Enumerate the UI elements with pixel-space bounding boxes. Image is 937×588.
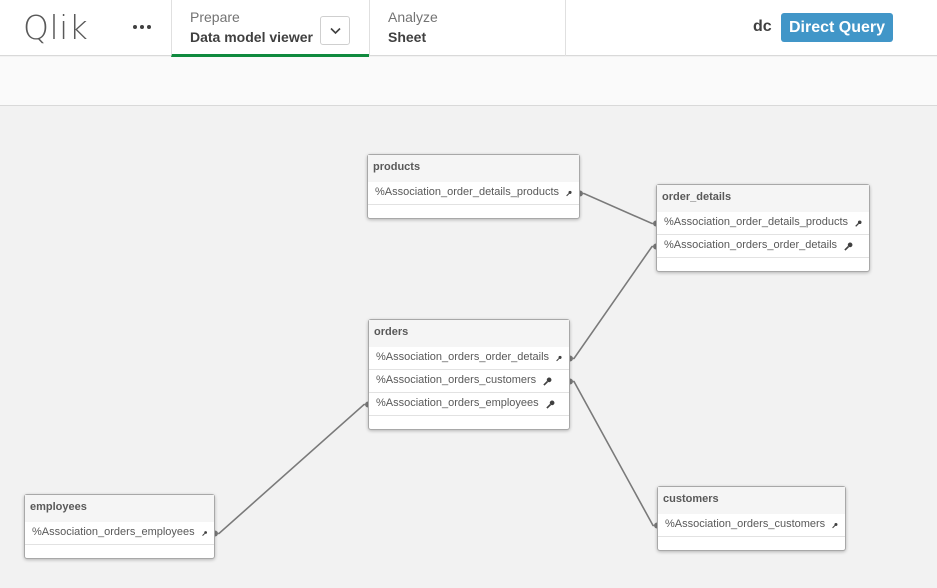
key-icon — [566, 190, 572, 197]
more-options-button[interactable] — [130, 15, 154, 39]
key-icon — [556, 355, 562, 362]
table-field[interactable]: %Association_orders_customers — [369, 370, 569, 393]
table-card-customers[interactable]: customers %Association_orders_customers — [657, 486, 846, 551]
chevron-down-icon — [329, 27, 341, 34]
table-name: orders — [369, 320, 569, 347]
table-card-orders[interactable]: orders %Association_orders_order_details… — [368, 319, 570, 430]
key-icon — [855, 220, 862, 227]
direct-query-badge[interactable]: Direct Query — [781, 13, 894, 42]
tab-analyze[interactable]: Analyze Sheet — [369, 0, 566, 56]
more-dot — [147, 25, 151, 29]
table-field[interactable]: %Association_order_details_products — [657, 212, 869, 235]
table-name: customers — [658, 487, 845, 514]
field-name: %Association_orders_order_details — [664, 239, 838, 251]
tab-prepare[interactable]: Prepare Data model viewer — [171, 0, 369, 57]
field-name: %Association_orders_order_details — [376, 351, 550, 363]
key-icon — [545, 400, 555, 409]
table-footer — [369, 416, 569, 429]
table-footer — [657, 258, 869, 271]
qlik-logo[interactable]: Qlik — [23, 7, 89, 47]
table-field[interactable]: %Association_orders_employees — [369, 393, 569, 416]
table-name: order_details — [657, 185, 869, 212]
toolbar — [0, 57, 937, 106]
tab-analyze-label: Sheet — [388, 29, 427, 45]
table-name: employees — [25, 495, 214, 522]
key-icon — [543, 377, 552, 386]
key-icon — [844, 242, 853, 251]
tab-analyze-section: Analyze — [388, 9, 438, 25]
app-name: dc — [753, 18, 772, 35]
table-field[interactable]: %Association_orders_customers — [658, 514, 845, 537]
prepare-dropdown-button[interactable] — [320, 16, 350, 45]
table-footer — [658, 537, 845, 550]
key-icon — [832, 522, 838, 529]
table-name: products — [368, 155, 579, 182]
table-field[interactable]: %Association_orders_order_details — [657, 235, 869, 258]
table-card-order-details[interactable]: order_details %Association_order_details… — [656, 184, 870, 272]
field-name: %Association_orders_employees — [32, 526, 195, 538]
more-dot — [140, 25, 144, 29]
field-name: %Association_orders_employees — [376, 397, 539, 409]
logo-text: Qlik — [23, 7, 89, 47]
top-navigation-bar: Qlik Prepare Data model viewer Analyze S… — [0, 0, 937, 57]
field-name: %Association_orders_customers — [376, 374, 537, 386]
field-name: %Association_order_details_products — [664, 216, 849, 228]
more-horizontal-icon — [133, 25, 137, 29]
table-card-products[interactable]: products %Association_order_details_prod… — [367, 154, 580, 219]
table-field[interactable]: %Association_orders_employees — [25, 522, 214, 545]
field-name: %Association_order_details_products — [375, 186, 560, 198]
key-icon — [201, 531, 207, 536]
table-footer — [25, 545, 214, 558]
table-field[interactable]: %Association_orders_order_details — [369, 347, 569, 370]
table-card-employees[interactable]: employees %Association_orders_employees — [24, 494, 215, 559]
table-footer — [368, 205, 579, 218]
field-name: %Association_orders_customers — [665, 518, 826, 530]
table-field[interactable]: %Association_order_details_products — [368, 182, 579, 205]
